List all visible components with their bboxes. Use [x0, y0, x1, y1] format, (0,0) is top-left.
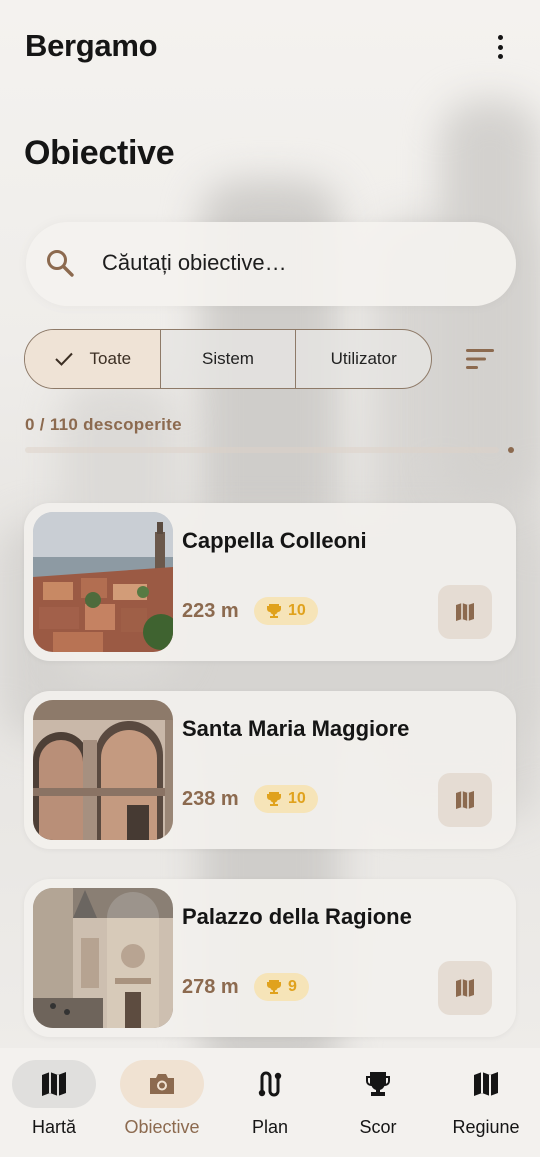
- more-vert-icon[interactable]: [488, 33, 512, 61]
- nav-region[interactable]: Regiune: [432, 1048, 540, 1157]
- points-badge: 9: [254, 973, 309, 1001]
- landmark-photo: [33, 512, 173, 652]
- progress-end-dot: [508, 447, 514, 453]
- points-value: 10: [288, 602, 306, 619]
- nav-landmarks[interactable]: Obiective: [108, 1048, 216, 1157]
- landmark-name: Cappella Colleoni: [182, 528, 367, 553]
- landmark-distance: 278 m: [182, 976, 239, 998]
- filter-segmented-control: Toate Sistem Utilizator: [24, 329, 432, 389]
- landmark-card[interactable]: Santa Maria Maggiore 238 m 10: [24, 691, 516, 849]
- route-icon: [258, 1071, 282, 1097]
- landmark-distance: 223 m: [182, 600, 239, 622]
- landmark-name: Palazzo della Ragione: [182, 904, 412, 929]
- landmark-distance: 238 m: [182, 788, 239, 810]
- sort-icon[interactable]: [464, 346, 496, 372]
- page-title: Obiective: [24, 134, 175, 172]
- app-title: Bergamo: [25, 28, 158, 63]
- filter-all-label: Toate: [89, 349, 132, 368]
- nav-landmarks-label: Obiective: [124, 1117, 200, 1137]
- search-input[interactable]: [102, 245, 482, 281]
- nav-map[interactable]: Hartă: [0, 1048, 108, 1157]
- search-icon[interactable]: [45, 248, 75, 278]
- filter-system-label: Sistem: [202, 349, 254, 368]
- map-icon: [456, 603, 474, 621]
- filter-system[interactable]: Sistem: [161, 330, 297, 388]
- map-icon: [456, 791, 474, 809]
- landmark-name: Santa Maria Maggiore: [182, 716, 410, 741]
- progress-bar: [25, 447, 499, 453]
- app-bar: Bergamo: [0, 0, 540, 95]
- nav-map-label: Hartă: [31, 1117, 76, 1137]
- nav-plan-label: Plan: [251, 1117, 289, 1137]
- map-icon: [42, 1072, 66, 1096]
- show-on-map-button[interactable]: [438, 585, 492, 639]
- check-icon: [54, 352, 73, 366]
- trophy-icon: [267, 980, 281, 994]
- trophy-icon: [366, 1072, 390, 1096]
- bottom-navigation: Hartă Obiective Plan Scor Regiune: [0, 1048, 540, 1157]
- landmark-card[interactable]: Cappella Colleoni 223 m 10: [24, 503, 516, 661]
- map-icon: [456, 979, 474, 997]
- nav-score[interactable]: Scor: [324, 1048, 432, 1157]
- filter-user-label: Utilizator: [330, 349, 397, 368]
- nav-plan[interactable]: Plan: [216, 1048, 324, 1157]
- show-on-map-button[interactable]: [438, 773, 492, 827]
- points-badge: 10: [254, 597, 318, 625]
- points-value: 9: [288, 978, 297, 995]
- landmark-card[interactable]: Palazzo della Ragione 278 m 9: [24, 879, 516, 1037]
- nav-score-label: Scor: [359, 1117, 397, 1137]
- region-map-icon: [474, 1072, 498, 1096]
- trophy-icon: [267, 604, 281, 618]
- trophy-icon: [267, 792, 281, 806]
- discovered-count: 0 / 110 descoperite: [25, 415, 182, 434]
- camera-icon: [150, 1074, 174, 1094]
- filter-all[interactable]: Toate: [25, 330, 161, 388]
- points-badge: 10: [254, 785, 318, 813]
- show-on-map-button[interactable]: [438, 961, 492, 1015]
- landmark-photo: [33, 888, 173, 1028]
- points-value: 10: [288, 790, 306, 807]
- filter-user[interactable]: Utilizator: [296, 330, 431, 388]
- nav-region-label: Regiune: [452, 1117, 520, 1137]
- landmark-photo: [33, 700, 173, 840]
